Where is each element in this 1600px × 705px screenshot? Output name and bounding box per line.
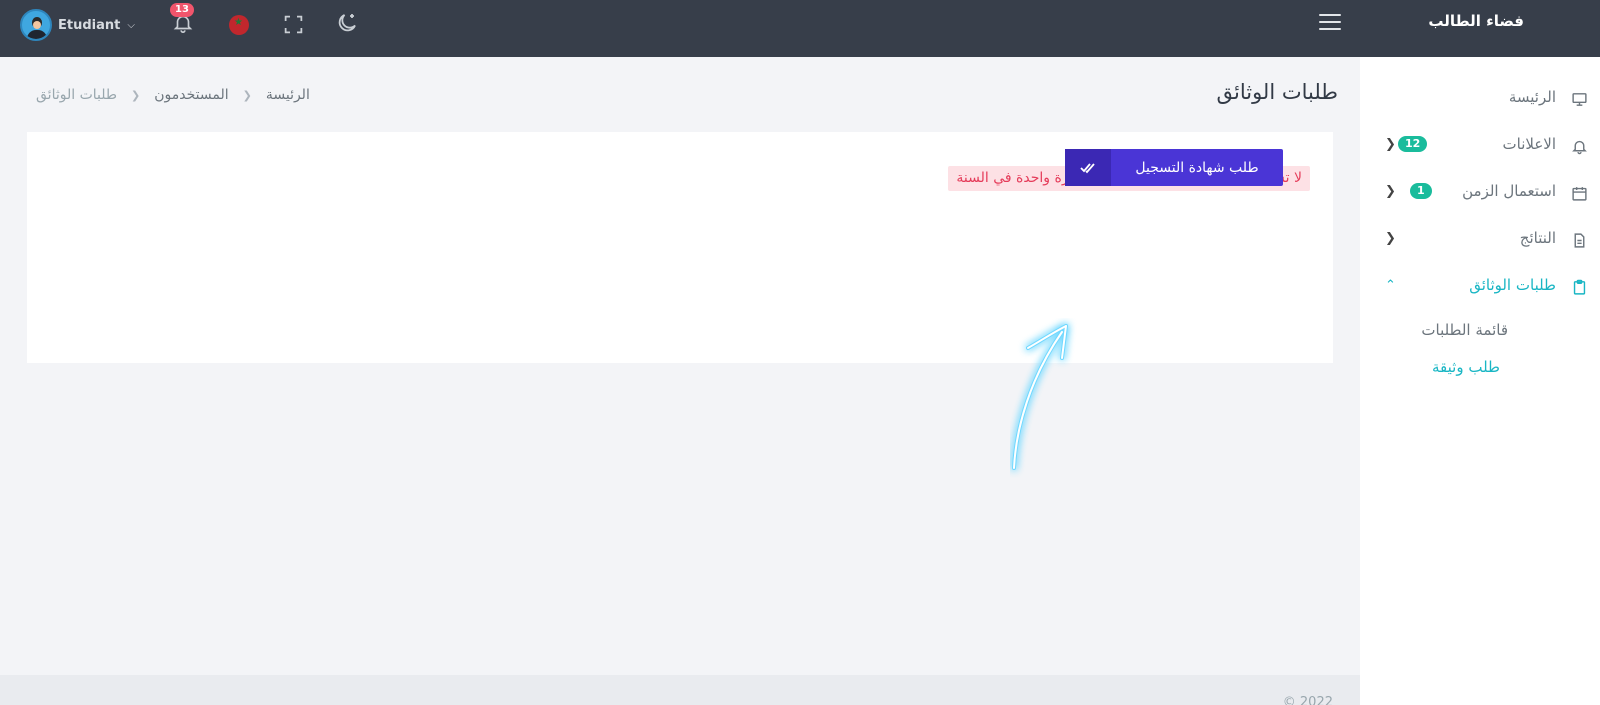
calendar-icon: [1572, 187, 1587, 201]
moon-icon[interactable]: [335, 11, 359, 35]
sidebar-item-results[interactable]: النتائج ❯: [1360, 220, 1600, 260]
footer-copyright: © 2022: [1282, 695, 1333, 705]
menu-toggle-icon[interactable]: [1319, 14, 1341, 32]
file-text-icon: [1574, 233, 1585, 248]
sidebar-item-label: الاعلانات: [1502, 135, 1557, 153]
sidebar-item-label: استعمال الزمن: [1462, 182, 1556, 200]
chevron-up-icon: ⌃: [1385, 278, 1396, 293]
avatar: [20, 9, 52, 41]
pointer-arrow-icon: [1012, 324, 1068, 470]
chevron-down-icon: ⌵: [127, 19, 135, 31]
user-menu[interactable]: Etudiant ⌵: [20, 8, 135, 42]
language-flag-icon[interactable]: [229, 15, 249, 35]
monitor-icon: [1572, 93, 1587, 106]
footer: © 2022: [0, 675, 1360, 705]
sidebar-item-document-requests[interactable]: طلبات الوثائق ⌃: [1360, 267, 1600, 307]
notification-badge: 13: [170, 3, 194, 17]
chevron-right-icon: ❯: [1385, 184, 1396, 199]
button-label: طلب شهادة التسجيل: [1135, 159, 1259, 176]
sidebar: الرئيسة الاعلانات 12 ❯ استعمال الزمن 1 ❯…: [1360, 57, 1600, 705]
breadcrumb-separator: ❯: [242, 89, 252, 102]
sidebar-item-timetable[interactable]: استعمال الزمن 1 ❯: [1360, 173, 1600, 213]
sidebar-subitem-request-document[interactable]: طلب وثيقة: [1432, 358, 1500, 376]
request-registration-certificate-button[interactable]: طلب شهادة التسجيل: [1065, 149, 1283, 186]
topbar: Etudiant ⌵ 13 فضاء الطالب: [0, 0, 1600, 57]
sidebar-item-label: النتائج: [1519, 229, 1556, 247]
clipboard-icon: [1573, 279, 1586, 295]
breadcrumb-users[interactable]: المستخدمون: [154, 87, 228, 103]
breadcrumb-current: طلبات الوثائق: [36, 87, 118, 103]
sidebar-subitem-requests-list[interactable]: قائمة الطلبات: [1421, 321, 1508, 339]
sidebar-item-label: طلبات الوثائق: [1469, 276, 1556, 294]
fullscreen-icon[interactable]: [283, 14, 304, 35]
sidebar-item-home[interactable]: الرئيسة: [1360, 79, 1600, 119]
count-badge: 1: [1410, 183, 1432, 199]
user-name: Etudiant: [58, 17, 121, 33]
brand-title: فضاء الطالب: [1428, 12, 1524, 30]
breadcrumb: طلبات الوثائق ❯ المستخدمون ❯ الرئيسة: [36, 87, 324, 103]
chevron-right-icon: ❯: [1385, 231, 1396, 246]
count-badge: 12: [1398, 136, 1428, 152]
breadcrumb-home[interactable]: الرئيسة: [266, 87, 310, 103]
sidebar-item-announcements[interactable]: الاعلانات 12 ❯: [1360, 126, 1600, 166]
chevron-right-icon: ❯: [1385, 137, 1396, 152]
sidebar-item-label: الرئيسة: [1508, 88, 1556, 106]
double-check-icon: [1065, 149, 1111, 186]
page-title: طلبات الوثائق: [1216, 80, 1338, 104]
breadcrumb-separator: ❯: [131, 89, 141, 102]
bell-icon: [1572, 140, 1587, 155]
